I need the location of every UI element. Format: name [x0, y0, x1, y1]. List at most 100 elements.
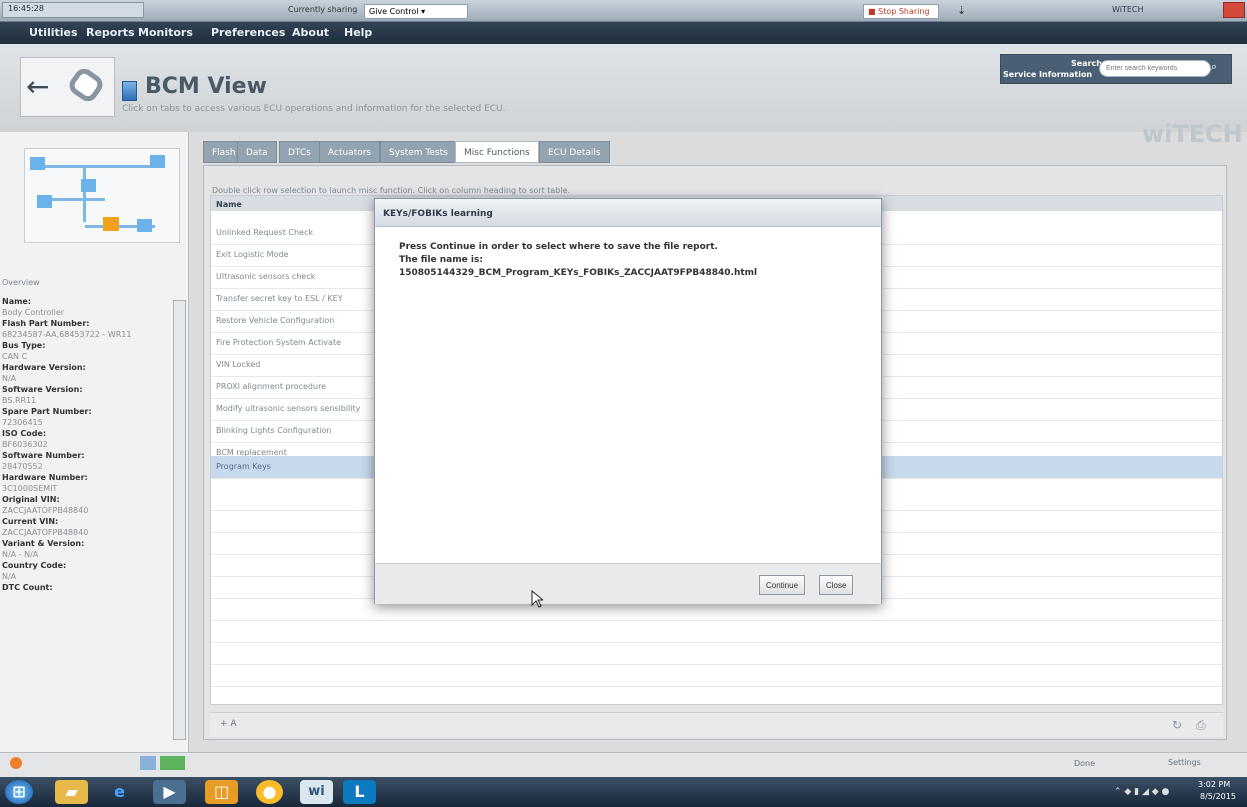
ecu-module-icon	[122, 81, 137, 101]
print-icon[interactable]: ⎙	[1196, 718, 1206, 733]
detail-label: Flash Part Number:	[2, 319, 90, 328]
detail-value: ZACCJAATOFPB48840	[2, 528, 89, 537]
diagram-node[interactable]	[103, 217, 119, 231]
mouse-cursor-icon	[531, 590, 543, 608]
diagram-node[interactable]	[81, 179, 96, 192]
detail-label: ISO Code:	[2, 429, 47, 438]
diagram-line	[43, 165, 153, 168]
detail-value: 68234587-AA,68453722 - WR11	[2, 330, 132, 339]
windows-start-button[interactable]: ⊞	[5, 780, 33, 804]
detail-value: 72306415	[2, 418, 43, 427]
diagram-node[interactable]	[30, 157, 45, 170]
connection-status[interactable]	[160, 756, 185, 770]
search-scope: Service Information	[1003, 70, 1093, 79]
refresh-icon[interactable]: ↻	[1172, 718, 1182, 732]
outlook-icon[interactable]: ◫	[205, 780, 238, 804]
detail-value: N/A	[2, 374, 17, 383]
back-button[interactable]: ←	[20, 57, 115, 117]
stop-sharing-button[interactable]: ■ Stop Sharing	[863, 4, 939, 19]
detail-value: N/A	[2, 572, 17, 581]
lync-icon[interactable]: L	[343, 780, 376, 804]
close-button[interactable]: Close	[819, 575, 854, 595]
detail-label: Name:	[2, 297, 32, 306]
search-input[interactable]	[1099, 60, 1211, 77]
font-size-icon[interactable]: + A	[220, 719, 237, 729]
status-right: Settings	[1168, 758, 1201, 767]
folder-icon[interactable]: ▰	[55, 780, 88, 804]
detail-label: Original VIN:	[2, 495, 60, 504]
empty-table-row	[211, 620, 1222, 643]
menu-reports[interactable]: Reports	[86, 26, 135, 39]
network-topology-diagram[interactable]	[24, 148, 180, 243]
window-close-button[interactable]	[1223, 2, 1245, 18]
right-window-title: WiTECH	[1112, 5, 1144, 14]
menu-utilities[interactable]: Utilities	[29, 26, 78, 39]
tab-ecu-details[interactable]: ECU Details	[539, 141, 610, 163]
dialog-message: Press Continue in order to select where …	[399, 241, 859, 280]
diagram-node[interactable]	[137, 219, 152, 232]
windows-taskbar: ⊞ ▰ e ▶ ◫ ● wi L ⌃ ◆ ▮ ◢ ◆ ● 3:02 PM 8/5…	[0, 777, 1247, 807]
menu-bar: Utilities Reports Monitors Preferences A…	[0, 22, 1247, 44]
page-subtitle: Click on tabs to access various ECU oper…	[122, 104, 506, 114]
menu-preferences[interactable]: Preferences	[211, 26, 285, 39]
dialog-file-label: The file name is:	[399, 255, 483, 265]
keys-fobiks-learning-dialog: KEYs/FOBIKs learning Press Continue in o…	[374, 198, 882, 604]
detail-label: Variant & Version:	[2, 539, 85, 548]
session-icon[interactable]	[140, 756, 156, 770]
vehicle-connector-icon	[65, 64, 107, 106]
detail-label: Current VIN:	[2, 517, 59, 526]
search-icon[interactable]: ⌕	[1211, 60, 1217, 74]
diagram-node[interactable]	[150, 155, 165, 168]
clock-date: 8/5/2015	[1200, 792, 1236, 801]
menu-about[interactable]: About	[292, 26, 329, 39]
system-tray-icons[interactable]: ⌃ ◆ ▮ ◢ ◆ ●	[1114, 787, 1169, 797]
search-panel: Search Service Information ⌕	[1000, 54, 1232, 84]
tab-data[interactable]: Data	[237, 141, 277, 163]
search-label: Search	[1071, 59, 1102, 68]
table-footer: + A ↻ ⎙	[210, 712, 1223, 737]
menu-monitors[interactable]: Monitors	[138, 26, 193, 39]
detail-label: Country Code:	[2, 561, 67, 570]
app-window-chip[interactable]: 16:45:28	[2, 2, 144, 18]
detail-label: Bus Type:	[2, 341, 46, 350]
sharing-status: Currently sharing	[288, 5, 358, 14]
diagram-node[interactable]	[37, 195, 52, 208]
diagram-line	[43, 198, 105, 201]
tab-actuators[interactable]: Actuators	[319, 141, 381, 163]
screen-share-toolbar: 16:45:28 Currently sharing Give Control …	[0, 0, 1247, 22]
status-bar: Done Settings	[0, 752, 1247, 777]
detail-label: DTC Count:	[2, 583, 53, 592]
detail-value: BF6036302	[2, 440, 48, 449]
ecu-tabs: Flash Data DTCs Actuators System Tests M…	[203, 141, 1223, 165]
detail-value: N/A - N/A	[2, 550, 39, 559]
dialog-file-name: 150805144329_BCM_Program_KEYs_FOBIKs_ZAC…	[399, 268, 758, 278]
left-scrollbar[interactable]	[173, 300, 186, 740]
detail-value: 3C1000SEMIT	[2, 484, 58, 493]
detail-value: BS.RR11	[2, 396, 37, 405]
panel-instruction: Double click row selection to launch mis…	[212, 186, 571, 195]
clock-label: 16:45:28	[8, 4, 44, 13]
empty-table-row	[211, 664, 1222, 687]
overview-label: Overview	[2, 278, 40, 287]
back-arrow-icon: ←	[26, 70, 50, 103]
give-control-label: Give Control ▾	[369, 7, 426, 16]
give-control-button[interactable]: Give Control ▾	[364, 4, 468, 19]
empty-table-row	[211, 642, 1222, 665]
chrome-icon[interactable]: ●	[256, 780, 283, 804]
detail-label: Hardware Number:	[2, 473, 88, 482]
tab-system-tests[interactable]: System Tests	[380, 141, 457, 163]
tab-dtcs[interactable]: DTCs	[279, 141, 320, 163]
detail-value: Body Controller	[2, 308, 65, 317]
menu-help[interactable]: Help	[344, 26, 372, 39]
media-player-icon[interactable]: ▶	[153, 780, 186, 804]
dialog-footer: Continue Close	[375, 563, 881, 604]
witech-app-icon[interactable]: wi	[300, 780, 333, 804]
continue-button[interactable]: Continue	[759, 575, 806, 595]
detail-value: CAN C	[2, 352, 28, 361]
status-icon[interactable]	[10, 757, 22, 769]
internet-explorer-icon[interactable]: e	[103, 780, 136, 804]
ecu-details-list: Name: Body Controller Flash Part Number:…	[0, 296, 170, 736]
dialog-title: KEYs/FOBIKs learning	[375, 199, 881, 227]
tab-misc-functions[interactable]: Misc Functions	[455, 141, 539, 163]
pin-icon[interactable]: ⇣	[957, 4, 966, 17]
